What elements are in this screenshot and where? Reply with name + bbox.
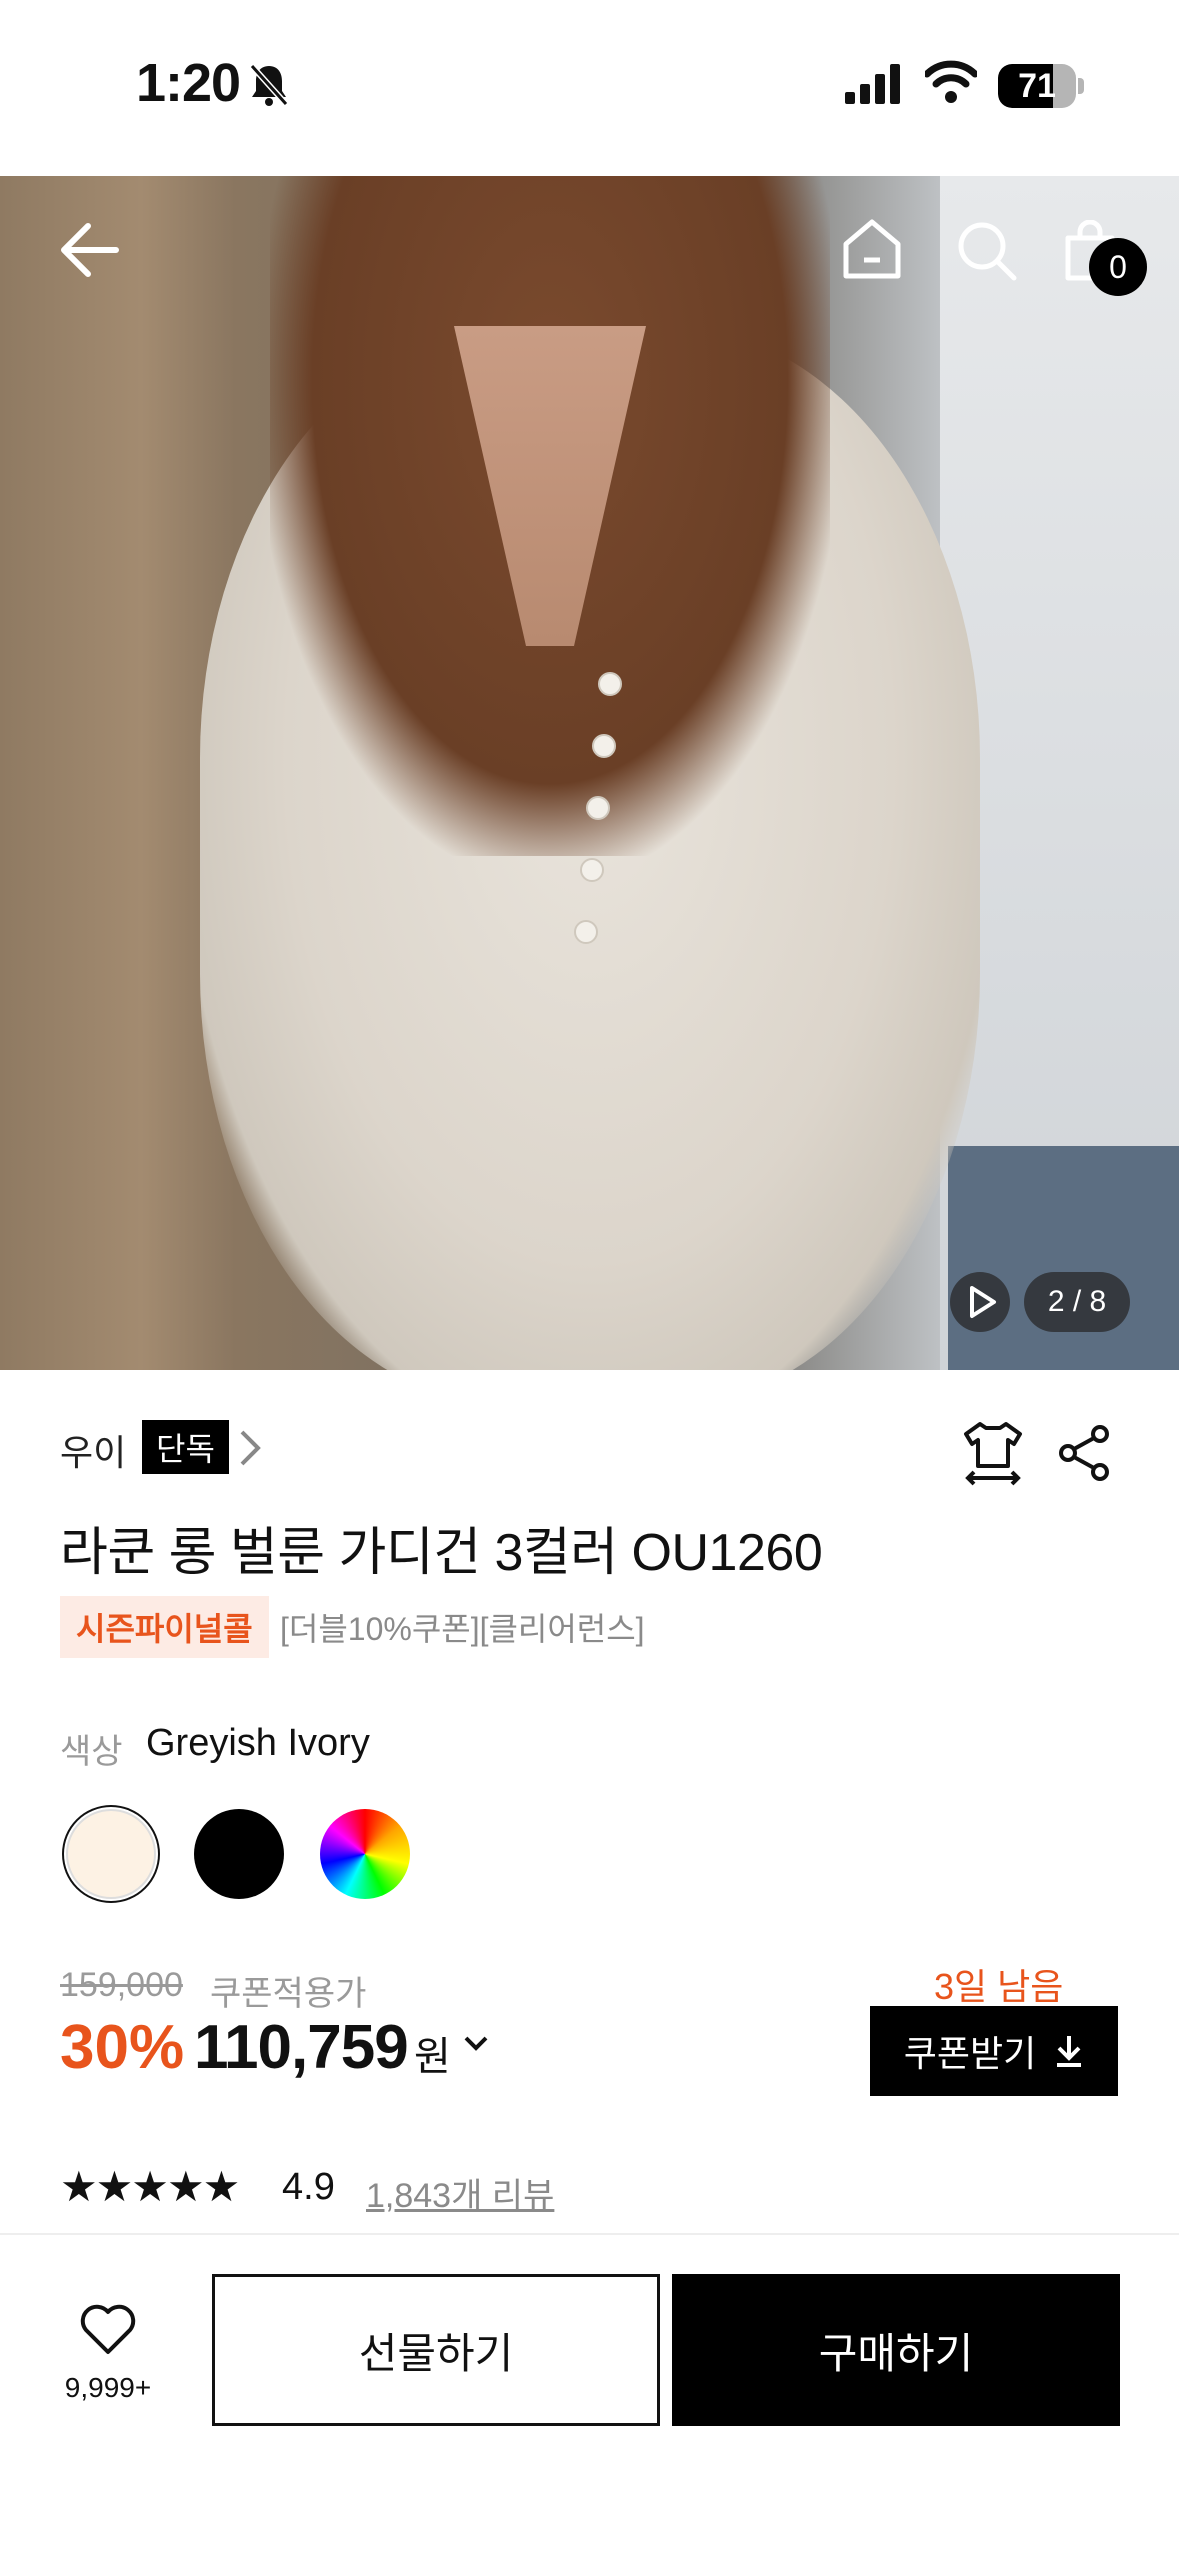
like-count: 9,999+	[64, 2372, 152, 2403]
video-play-button[interactable]	[950, 1272, 1010, 1332]
heart-icon	[80, 2304, 136, 2354]
get-coupon-button[interactable]: 쿠폰받기	[870, 2006, 1118, 2096]
cellular-signal-icon	[845, 64, 901, 109]
cart-count-badge: 0	[1089, 238, 1147, 296]
background-window	[948, 1146, 1179, 1370]
cardigan-button	[574, 920, 598, 944]
product-title: 라쿤 롱 벌룬 가디건 3컬러 OU1260	[60, 1524, 823, 1582]
discount-rate: 30%	[60, 2013, 185, 2082]
final-price: 110,759	[194, 2013, 409, 2082]
currency-label: 원	[414, 2035, 451, 2079]
color-swatch-black[interactable]	[194, 1809, 284, 1899]
brand-name[interactable]: 우이	[60, 1424, 126, 1476]
divider	[0, 2233, 1179, 2235]
exclusive-badge: 단독	[142, 1420, 229, 1474]
bell-muted-icon	[248, 62, 290, 113]
wifi-icon	[923, 60, 979, 109]
image-page-indicator: 2 / 8	[1024, 1272, 1130, 1332]
cardigan-button	[592, 734, 616, 758]
product-image[interactable]	[0, 176, 1179, 1370]
original-price: 159,000	[60, 1966, 183, 2004]
color-swatch-greyish-ivory[interactable]	[66, 1809, 156, 1899]
cardigan-button	[586, 796, 610, 820]
home-icon[interactable]	[842, 218, 902, 285]
promo-tag: 시즌파이널콜	[60, 1596, 269, 1658]
color-swatch-multicolor[interactable]	[320, 1809, 410, 1899]
cardigan-button	[580, 858, 604, 882]
back-arrow-icon[interactable]	[58, 222, 120, 283]
play-icon	[970, 1286, 996, 1318]
download-icon	[1057, 2036, 1082, 2067]
color-label: 색상	[60, 1733, 123, 1771]
review-count-link[interactable]: 1,843개 리뷰	[366, 2168, 554, 2217]
chevron-down-icon[interactable]	[462, 2034, 490, 2059]
search-icon[interactable]	[956, 220, 1018, 287]
get-coupon-label: 쿠폰받기	[903, 2033, 1037, 2074]
rating-stars: ★★★★★	[60, 2163, 240, 2210]
battery-icon: 71	[998, 64, 1076, 108]
selected-color-value: Greyish Ivory	[146, 1722, 370, 1764]
cardigan-button	[598, 672, 622, 696]
coupon-days-left: 3일 남음	[934, 1966, 1064, 2007]
gift-button[interactable]: 선물하기	[212, 2274, 660, 2426]
promo-text: [더블10%쿠폰][클리어런스]	[280, 1611, 645, 1647]
battery-level: 71	[1018, 67, 1056, 105]
size-guide-icon[interactable]	[962, 1420, 1024, 1491]
share-icon[interactable]	[1056, 1424, 1112, 1487]
buy-button[interactable]: 구매하기	[672, 2274, 1120, 2426]
battery-nub	[1078, 78, 1084, 94]
like-button[interactable]	[58, 2302, 158, 2361]
coupon-price-label: 쿠폰적용가	[210, 1975, 367, 2013]
buy-button-label: 구매하기	[818, 2329, 974, 2377]
status-time: 1:20	[136, 53, 241, 113]
chevron-right-icon[interactable]	[238, 1428, 262, 1473]
gift-button-label: 선물하기	[358, 2329, 514, 2377]
rating-score: 4.9	[282, 2166, 335, 2208]
